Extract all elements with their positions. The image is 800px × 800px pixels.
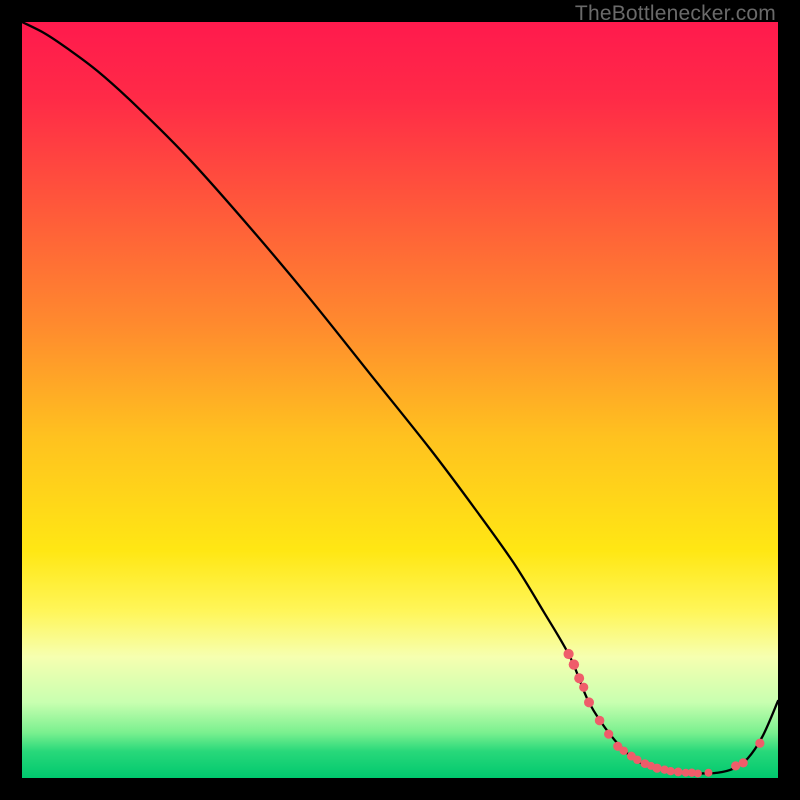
marker-point: [652, 764, 661, 773]
marker-point: [666, 767, 674, 775]
marker-point: [574, 673, 584, 683]
marker-point: [704, 769, 712, 777]
marker-point: [584, 697, 594, 707]
marker-point: [674, 768, 683, 777]
marker-point: [604, 730, 613, 739]
marker-point: [563, 649, 573, 659]
plot-frame: [22, 22, 778, 778]
marker-point: [595, 716, 605, 726]
marker-point: [633, 756, 641, 764]
marker-point: [569, 659, 579, 669]
marker-point: [755, 739, 764, 748]
marker-point: [739, 758, 748, 767]
marker-point: [694, 769, 702, 777]
gradient-background: [22, 22, 778, 778]
marker-point: [620, 747, 628, 755]
bottleneck-chart: [22, 22, 778, 778]
marker-point: [579, 683, 588, 692]
